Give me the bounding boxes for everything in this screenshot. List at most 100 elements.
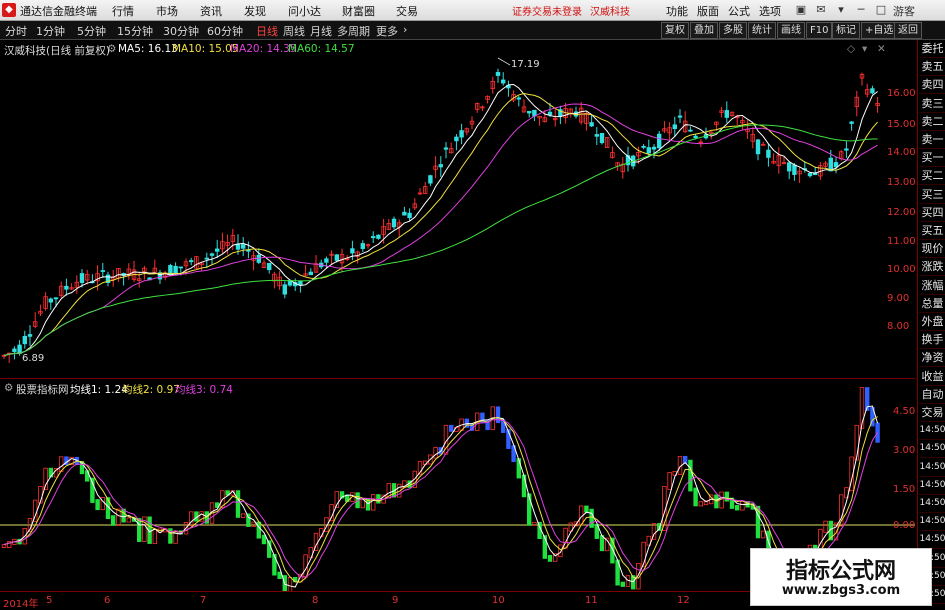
chat-icon[interactable]: ✉ — [812, 2, 830, 17]
period-tab-more[interactable]: 更多 — [376, 23, 398, 39]
sub-y-tick: 3.00 — [893, 445, 916, 456]
indicator-bar — [111, 515, 116, 526]
candle-body — [495, 71, 501, 76]
period-tab-timeshare[interactable]: 分时 — [5, 23, 27, 39]
side-item[interactable]: 现价 — [919, 240, 945, 259]
period-tab-monthly[interactable]: 月线 — [310, 23, 332, 39]
side-item[interactable]: 总量 — [919, 295, 945, 313]
candle-body — [282, 284, 287, 295]
x-tick: 5 — [46, 595, 53, 606]
menu-quotes[interactable]: 行情 — [112, 3, 134, 19]
candle-body — [428, 175, 433, 184]
candle-body — [308, 271, 313, 276]
multi-stock-button[interactable]: 多股 — [719, 22, 747, 39]
side-item[interactable]: 买二 — [919, 167, 945, 186]
period-tab-15min[interactable]: 15分钟 — [117, 23, 153, 39]
x-tick: 8 — [312, 595, 319, 606]
menu-layout[interactable]: 版面 — [697, 3, 719, 19]
side-item[interactable]: 换手 — [919, 331, 945, 350]
side-item[interactable]: 委托 — [919, 40, 945, 58]
side-item[interactable]: 自动 — [919, 386, 945, 404]
candle-body — [100, 270, 105, 272]
f10-button[interactable]: F10 — [806, 22, 833, 39]
side-item[interactable]: 交易 — [919, 404, 945, 422]
ma10-line — [3, 92, 878, 356]
minimize-icon[interactable]: ─ — [852, 2, 870, 17]
line1-curve — [3, 405, 879, 588]
side-item[interactable]: 14:50 — [919, 477, 945, 495]
skin-icon[interactable]: ▣ — [792, 2, 810, 17]
adjust-button[interactable]: 复权 — [661, 22, 689, 39]
menu-discover[interactable]: 发现 — [244, 3, 266, 19]
candle-body — [64, 285, 69, 290]
menu-wealth[interactable]: 财富圈 — [342, 3, 375, 19]
y-tick: 12.00 — [887, 207, 916, 218]
side-item[interactable]: 外盘 — [919, 313, 945, 331]
side-item[interactable]: 14:50 — [919, 495, 945, 513]
side-item[interactable]: 买三 — [919, 186, 945, 204]
menu-trade[interactable]: 交易 — [396, 3, 418, 19]
menu-market[interactable]: 市场 — [156, 3, 178, 19]
mark-button[interactable]: 标记 — [832, 22, 860, 39]
dropdown-icon[interactable]: ▾ — [832, 2, 850, 17]
statistics-button[interactable]: 统计 — [748, 22, 776, 39]
side-item[interactable]: 14:50 — [919, 531, 945, 550]
side-item[interactable]: 14:50 — [919, 440, 945, 459]
period-tab-weekly[interactable]: 周线 — [283, 23, 305, 39]
side-item[interactable]: 卖二 — [919, 113, 945, 131]
sub-y-tick: 1.50 — [893, 484, 916, 495]
back-button[interactable]: 返回 — [894, 22, 922, 39]
indicator-bar — [620, 581, 625, 587]
low-annotation: 6.89 — [22, 353, 45, 364]
indicator-bar — [251, 521, 256, 527]
candle-body — [641, 145, 646, 148]
menu-formula[interactable]: 公式 — [728, 3, 750, 19]
maximize-icon[interactable]: □ — [872, 2, 890, 17]
kline-panel[interactable]: 汉威科技(日线 前复权) ⚙ MA5: 16.13 MA10: 15.05 MA… — [0, 40, 916, 379]
trade-login-notice[interactable]: 证券交易未登录 — [512, 3, 582, 18]
side-item[interactable]: 卖四 — [919, 76, 945, 95]
candle-body — [360, 243, 365, 249]
side-item[interactable]: 卖一 — [919, 131, 945, 149]
side-item[interactable]: 卖三 — [919, 95, 945, 113]
indicator-bar — [521, 474, 527, 498]
side-item[interactable]: 涨跌 — [919, 258, 945, 277]
side-item[interactable]: 买四 — [919, 204, 945, 222]
menu-news[interactable]: 资讯 — [200, 3, 222, 19]
candle-body — [599, 133, 605, 144]
candle-body — [870, 88, 875, 94]
side-item[interactable]: 收益 — [919, 368, 945, 386]
draw-line-button[interactable]: 画线 — [777, 22, 805, 39]
side-item[interactable]: 14:50 — [919, 459, 945, 477]
menu-xiaoda[interactable]: 问小达 — [288, 3, 321, 19]
kline-chart — [1, 57, 880, 363]
period-tab-5min[interactable]: 5分钟 — [77, 23, 106, 39]
side-item[interactable]: 涨幅 — [919, 277, 945, 295]
candle-body — [188, 260, 194, 263]
period-tab-1min[interactable]: 1分钟 — [36, 23, 65, 39]
y-tick: 16.00 — [887, 88, 916, 99]
side-item[interactable]: 卖五 — [919, 58, 945, 77]
add-watchlist-button[interactable]: +自选 — [861, 22, 898, 39]
period-tab-30min[interactable]: 30分钟 — [163, 23, 199, 39]
candle-body — [787, 162, 792, 172]
side-item[interactable]: 买五 — [919, 222, 945, 240]
x-tick: 9 — [392, 595, 399, 606]
menu-options[interactable]: 选项 — [759, 3, 781, 19]
indicator-bar — [584, 505, 589, 513]
side-item[interactable]: 买一 — [919, 149, 945, 168]
indicator-bar — [735, 505, 740, 511]
menu-functions[interactable]: 功能 — [666, 3, 688, 19]
side-item[interactable]: 净资 — [919, 349, 945, 368]
guest-label[interactable]: 游客 — [893, 3, 915, 19]
side-item[interactable]: 14:50 — [919, 513, 945, 532]
period-tab-daily[interactable]: 日线 — [256, 23, 278, 39]
period-tab-multi[interactable]: 多周期 — [337, 23, 370, 39]
more-chevron-icon[interactable]: › — [403, 23, 407, 36]
overlay-button[interactable]: 叠加 — [690, 22, 718, 39]
period-tab-60min[interactable]: 60分钟 — [207, 23, 243, 39]
high-annotation: 17.19 — [511, 59, 540, 70]
sub-y-tick: 4.50 — [893, 406, 916, 417]
side-item[interactable]: 14:50 — [919, 422, 945, 441]
candle-body — [256, 254, 261, 263]
